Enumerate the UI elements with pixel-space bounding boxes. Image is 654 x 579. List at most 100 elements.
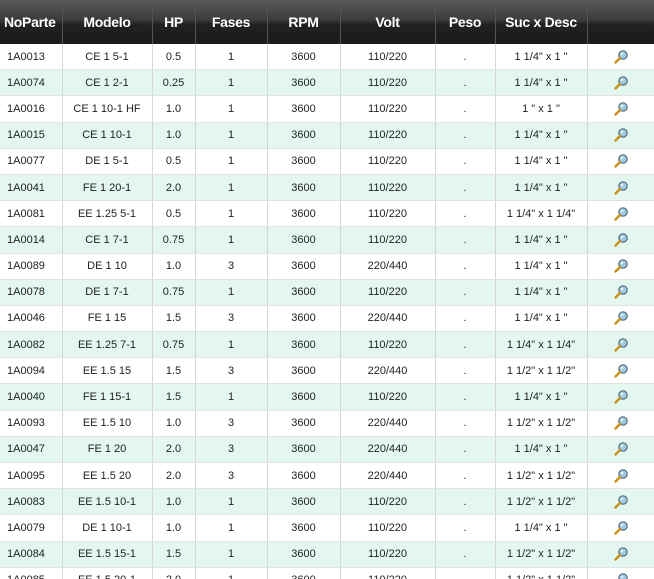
suc-x-desc-cell: 1 1/4" x 1 "	[495, 69, 588, 97]
products-table-container: NoParte Modelo HP Fases RPM Volt Peso Su…	[0, 0, 654, 579]
col-header-fases[interactable]: Fases	[195, 0, 268, 44]
hp-cell: 2.0	[152, 174, 196, 202]
col-header-modelo[interactable]: Modelo	[62, 0, 153, 44]
modelo-cell: CE 1 5-1	[62, 44, 153, 71]
rpm-cell: 3600	[267, 331, 341, 359]
hp-cell: 1.5	[152, 383, 196, 411]
magnifier-icon[interactable]	[613, 180, 629, 196]
magnifier-icon[interactable]	[613, 441, 629, 457]
fases-cell: 1	[195, 174, 268, 202]
suc-x-desc-cell: 1 1/4" x 1 "	[495, 279, 588, 306]
magnifier-icon[interactable]	[613, 415, 629, 431]
rpm-cell: 3600	[267, 148, 341, 175]
magnifier-icon[interactable]	[613, 284, 629, 300]
table-row: 1A0079 DE 1 10-1 1.0 1 3600 110/220. 1 1/4" x …	[0, 514, 654, 542]
magnifier-icon[interactable]	[613, 468, 629, 484]
suc-x-desc-cell: 1 1/4" x 1 1/4"	[495, 331, 588, 359]
peso-cell: .	[435, 174, 496, 202]
volt-cell: 110/220	[340, 148, 436, 175]
suc-x-desc-cell: 1 1/4" x 1 "	[495, 122, 588, 149]
row-action-cell	[587, 226, 654, 254]
table-row: 1A0085EE 1.5 20-12.013600110/220.1 1/2" …	[0, 567, 654, 579]
peso-cell: .	[435, 488, 496, 516]
modelo-cell: FE 1 15-1	[62, 383, 153, 411]
row-action-cell	[587, 541, 654, 568]
suc-x-desc-cell: 1 1/4" x 1 "	[495, 383, 588, 411]
rpm-cell: 3600	[267, 305, 341, 333]
hp-cell: 1.5	[152, 305, 196, 333]
col-header-rpm[interactable]: RPM	[267, 0, 341, 44]
row-action-cell	[587, 200, 654, 228]
col-header-suc-x-desc[interactable]: Suc x Desc	[495, 0, 588, 44]
row-action-cell	[587, 567, 654, 579]
magnifier-icon[interactable]	[613, 49, 629, 65]
table-row: 1A0041 FE 1 20-1 2.0 1 3600 110/220. 1 1/4" x …	[0, 174, 654, 202]
noparte-cell: 1A0078	[0, 279, 63, 306]
magnifier-icon[interactable]	[613, 546, 629, 562]
table-row: 1A0083 EE 1.5 10-1 1.0 1 3600 110/220. 1 1/2" …	[0, 488, 654, 516]
modelo-cell: CE 1 7-1	[62, 226, 153, 254]
suc-x-desc-cell: 1 1/4" x 1 1/4"	[495, 200, 588, 228]
magnifier-icon[interactable]	[613, 258, 629, 274]
row-action-cell	[587, 357, 654, 385]
magnifier-icon[interactable]	[613, 310, 629, 326]
magnifier-icon[interactable]	[613, 127, 629, 143]
rpm-cell: 3600	[267, 122, 341, 149]
rpm-cell: 3600	[267, 174, 341, 202]
rpm-cell: 3600	[267, 488, 341, 516]
modelo-cell: FE 1 20	[62, 436, 153, 464]
magnifier-icon[interactable]	[613, 520, 629, 536]
table-row: 1A0074 CE 1 2-1 0.25 1 3600 110/220. 1 1/4" x …	[0, 69, 654, 97]
suc-x-desc-cell: 1 1/4" x 1 "	[495, 226, 588, 254]
modelo-cell: FE 1 20-1	[62, 174, 153, 202]
rpm-cell: 3600	[267, 279, 341, 306]
suc-x-desc-cell: 1 1/4" x 1 "	[495, 305, 588, 333]
magnifier-icon[interactable]	[613, 363, 629, 379]
row-action-cell	[587, 436, 654, 464]
magnifier-icon[interactable]	[613, 494, 629, 510]
hp-cell: 0.5	[152, 44, 196, 71]
hp-cell: 1.0	[152, 95, 196, 123]
volt-cell: 110/220	[340, 514, 436, 542]
fases-cell: 3	[195, 253, 268, 280]
fases-cell: 1	[195, 122, 268, 149]
table-row: 1A0015 CE 1 10-1 1.0 1 3600 110/220. 1 1/4" x …	[0, 122, 654, 149]
fases-cell: 1	[195, 331, 268, 359]
col-header-noparte[interactable]: NoParte	[0, 0, 63, 44]
fases-cell: 1	[195, 226, 268, 254]
col-header-volt[interactable]: Volt	[340, 0, 436, 44]
row-action-cell	[587, 95, 654, 123]
magnifier-icon[interactable]	[613, 153, 629, 169]
magnifier-icon[interactable]	[613, 101, 629, 117]
hp-cell: 1.0	[152, 514, 196, 542]
row-action-cell	[587, 331, 654, 359]
hp-cell: 1.0	[152, 410, 196, 437]
noparte-cell: 1A0013	[0, 44, 63, 71]
noparte-cell: 1A0079	[0, 514, 63, 542]
peso-cell: .	[435, 279, 496, 306]
col-header-hp[interactable]: HP	[152, 0, 196, 44]
modelo-cell: DE 1 10-1	[62, 514, 153, 542]
magnifier-icon[interactable]	[613, 389, 629, 405]
row-action-cell	[587, 488, 654, 516]
modelo-cell: DE 1 10	[62, 253, 153, 280]
noparte-cell: 1A0093	[0, 410, 63, 437]
magnifier-icon[interactable]	[613, 206, 629, 222]
magnifier-icon[interactable]	[613, 572, 629, 579]
magnifier-icon[interactable]	[613, 337, 629, 353]
noparte-cell: 1A0081	[0, 200, 63, 228]
peso-cell: .	[435, 331, 496, 359]
col-header-peso[interactable]: Peso	[435, 0, 496, 44]
peso-cell: .	[435, 148, 496, 175]
row-action-cell	[587, 514, 654, 542]
volt-cell: 110/220	[340, 200, 436, 228]
noparte-cell: 1A0046	[0, 305, 63, 333]
col-header-actions	[587, 0, 654, 44]
fases-cell: 1	[195, 200, 268, 228]
noparte-cell: 1A0047	[0, 436, 63, 464]
hp-cell: 1.5	[152, 541, 196, 568]
volt-cell: 110/220	[340, 122, 436, 149]
magnifier-icon[interactable]	[613, 232, 629, 248]
magnifier-icon[interactable]	[613, 75, 629, 91]
table-row: 1A0014 CE 1 7-1 0.75 1 3600 110/220. 1 1/4" x …	[0, 226, 654, 254]
